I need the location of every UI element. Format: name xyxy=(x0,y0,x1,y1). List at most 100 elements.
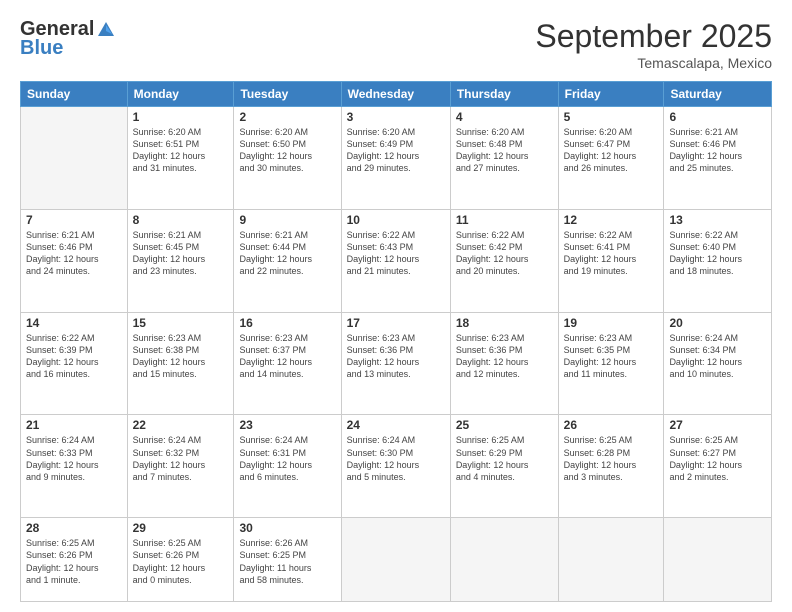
day-number: 24 xyxy=(347,418,445,432)
day-number: 21 xyxy=(26,418,122,432)
page: General Blue September 2025 Temascalapa,… xyxy=(0,0,792,612)
day-number: 7 xyxy=(26,213,122,227)
day-info: Sunrise: 6:24 AMSunset: 6:32 PMDaylight:… xyxy=(133,434,229,483)
month-title: September 2025 xyxy=(535,18,772,55)
day-header-saturday: Saturday xyxy=(664,82,772,107)
day-info: Sunrise: 6:21 AMSunset: 6:46 PMDaylight:… xyxy=(26,229,122,278)
day-info: Sunrise: 6:23 AMSunset: 6:38 PMDaylight:… xyxy=(133,332,229,381)
day-info: Sunrise: 6:24 AMSunset: 6:30 PMDaylight:… xyxy=(347,434,445,483)
calendar-cell: 26 Sunrise: 6:25 AMSunset: 6:28 PMDayligh… xyxy=(558,415,664,518)
calendar-cell xyxy=(341,518,450,602)
day-header-thursday: Thursday xyxy=(450,82,558,107)
day-number: 4 xyxy=(456,110,553,124)
day-info: Sunrise: 6:25 AMSunset: 6:29 PMDaylight:… xyxy=(456,434,553,483)
day-number: 26 xyxy=(564,418,659,432)
calendar-cell xyxy=(558,518,664,602)
day-number: 5 xyxy=(564,110,659,124)
calendar-week-row: 21 Sunrise: 6:24 AMSunset: 6:33 PMDayligh… xyxy=(21,415,772,518)
day-number: 20 xyxy=(669,316,766,330)
day-info: Sunrise: 6:20 AMSunset: 6:49 PMDaylight:… xyxy=(347,126,445,175)
logo: General Blue xyxy=(20,18,116,60)
day-info: Sunrise: 6:20 AMSunset: 6:48 PMDaylight:… xyxy=(456,126,553,175)
day-info: Sunrise: 6:25 AMSunset: 6:26 PMDaylight:… xyxy=(133,537,229,586)
calendar-cell: 21 Sunrise: 6:24 AMSunset: 6:33 PMDayligh… xyxy=(21,415,128,518)
calendar-cell: 7 Sunrise: 6:21 AMSunset: 6:46 PMDaylight… xyxy=(21,209,128,312)
calendar-cell: 29 Sunrise: 6:25 AMSunset: 6:26 PMDayligh… xyxy=(127,518,234,602)
day-header-tuesday: Tuesday xyxy=(234,82,341,107)
day-number: 14 xyxy=(26,316,122,330)
day-info: Sunrise: 6:22 AMSunset: 6:42 PMDaylight:… xyxy=(456,229,553,278)
day-info: Sunrise: 6:26 AMSunset: 6:25 PMDaylight:… xyxy=(239,537,335,586)
day-info: Sunrise: 6:23 AMSunset: 6:36 PMDaylight:… xyxy=(456,332,553,381)
day-header-monday: Monday xyxy=(127,82,234,107)
calendar-cell: 12 Sunrise: 6:22 AMSunset: 6:41 PMDayligh… xyxy=(558,209,664,312)
calendar-cell xyxy=(21,107,128,210)
calendar-cell: 16 Sunrise: 6:23 AMSunset: 6:37 PMDayligh… xyxy=(234,312,341,415)
calendar-cell: 19Sunrise: 6:23 AMSunset: 6:35 PMDayligh… xyxy=(558,312,664,415)
day-number: 8 xyxy=(133,213,229,227)
day-info: Sunrise: 6:22 AMSunset: 6:39 PMDaylight:… xyxy=(26,332,122,381)
logo-icon xyxy=(96,20,116,40)
day-number: 23 xyxy=(239,418,335,432)
calendar-week-row: 28Sunrise: 6:25 AMSunset: 6:26 PMDayligh… xyxy=(21,518,772,602)
day-info: Sunrise: 6:20 AMSunset: 6:51 PMDaylight:… xyxy=(133,126,229,175)
calendar-cell: 25 Sunrise: 6:25 AMSunset: 6:29 PMDayligh… xyxy=(450,415,558,518)
day-info: Sunrise: 6:25 AMSunset: 6:26 PMDaylight:… xyxy=(26,537,122,586)
day-number: 13 xyxy=(669,213,766,227)
day-info: Sunrise: 6:22 AMSunset: 6:40 PMDaylight:… xyxy=(669,229,766,278)
calendar-cell: 28Sunrise: 6:25 AMSunset: 6:26 PMDayligh… xyxy=(21,518,128,602)
day-info: Sunrise: 6:23 AMSunset: 6:37 PMDaylight:… xyxy=(239,332,335,381)
day-info: Sunrise: 6:23 AMSunset: 6:36 PMDaylight:… xyxy=(347,332,445,381)
title-block: September 2025 Temascalapa, Mexico xyxy=(535,18,772,71)
logo-blue: Blue xyxy=(20,37,63,60)
day-header-sunday: Sunday xyxy=(21,82,128,107)
calendar-cell: 13 Sunrise: 6:22 AMSunset: 6:40 PMDayligh… xyxy=(664,209,772,312)
day-info: Sunrise: 6:24 AMSunset: 6:34 PMDaylight:… xyxy=(669,332,766,381)
day-number: 22 xyxy=(133,418,229,432)
day-number: 2 xyxy=(239,110,335,124)
day-info: Sunrise: 6:22 AMSunset: 6:41 PMDaylight:… xyxy=(564,229,659,278)
day-number: 9 xyxy=(239,213,335,227)
calendar-cell: 17 Sunrise: 6:23 AMSunset: 6:36 PMDayligh… xyxy=(341,312,450,415)
day-header-friday: Friday xyxy=(558,82,664,107)
day-number: 15 xyxy=(133,316,229,330)
day-info: Sunrise: 6:25 AMSunset: 6:28 PMDaylight:… xyxy=(564,434,659,483)
calendar-cell: 2Sunrise: 6:20 AMSunset: 6:50 PMDaylight… xyxy=(234,107,341,210)
calendar-cell: 1 Sunrise: 6:20 AMSunset: 6:51 PMDaylight… xyxy=(127,107,234,210)
calendar-header-row: SundayMondayTuesdayWednesdayThursdayFrid… xyxy=(21,82,772,107)
calendar-cell: 20 Sunrise: 6:24 AMSunset: 6:34 PMDayligh… xyxy=(664,312,772,415)
calendar-cell: 9Sunrise: 6:21 AMSunset: 6:44 PMDaylight… xyxy=(234,209,341,312)
day-number: 10 xyxy=(347,213,445,227)
day-info: Sunrise: 6:24 AMSunset: 6:31 PMDaylight:… xyxy=(239,434,335,483)
day-number: 18 xyxy=(456,316,553,330)
day-number: 25 xyxy=(456,418,553,432)
calendar-cell xyxy=(450,518,558,602)
calendar-cell: 18 Sunrise: 6:23 AMSunset: 6:36 PMDayligh… xyxy=(450,312,558,415)
calendar-cell: 4 Sunrise: 6:20 AMSunset: 6:48 PMDaylight… xyxy=(450,107,558,210)
calendar-week-row: 1 Sunrise: 6:20 AMSunset: 6:51 PMDaylight… xyxy=(21,107,772,210)
calendar-cell: 24 Sunrise: 6:24 AMSunset: 6:30 PMDayligh… xyxy=(341,415,450,518)
subtitle: Temascalapa, Mexico xyxy=(535,55,772,71)
calendar-cell xyxy=(664,518,772,602)
calendar-cell: 22 Sunrise: 6:24 AMSunset: 6:32 PMDayligh… xyxy=(127,415,234,518)
day-number: 12 xyxy=(564,213,659,227)
day-number: 16 xyxy=(239,316,335,330)
calendar-cell: 30 Sunrise: 6:26 AMSunset: 6:25 PMDayligh… xyxy=(234,518,341,602)
day-header-wednesday: Wednesday xyxy=(341,82,450,107)
day-number: 27 xyxy=(669,418,766,432)
day-number: 3 xyxy=(347,110,445,124)
day-info: Sunrise: 6:24 AMSunset: 6:33 PMDaylight:… xyxy=(26,434,122,483)
calendar-cell: 14 Sunrise: 6:22 AMSunset: 6:39 PMDayligh… xyxy=(21,312,128,415)
day-info: Sunrise: 6:22 AMSunset: 6:43 PMDaylight:… xyxy=(347,229,445,278)
calendar-cell: 5Sunrise: 6:20 AMSunset: 6:47 PMDaylight… xyxy=(558,107,664,210)
day-number: 1 xyxy=(133,110,229,124)
header: General Blue September 2025 Temascalapa,… xyxy=(20,18,772,71)
day-number: 29 xyxy=(133,521,229,535)
calendar-cell: 11Sunrise: 6:22 AMSunset: 6:42 PMDayligh… xyxy=(450,209,558,312)
day-info: Sunrise: 6:25 AMSunset: 6:27 PMDaylight:… xyxy=(669,434,766,483)
day-number: 30 xyxy=(239,521,335,535)
day-number: 17 xyxy=(347,316,445,330)
calendar-cell: 23 Sunrise: 6:24 AMSunset: 6:31 PMDayligh… xyxy=(234,415,341,518)
day-number: 19 xyxy=(564,316,659,330)
calendar-cell: 15 Sunrise: 6:23 AMSunset: 6:38 PMDayligh… xyxy=(127,312,234,415)
